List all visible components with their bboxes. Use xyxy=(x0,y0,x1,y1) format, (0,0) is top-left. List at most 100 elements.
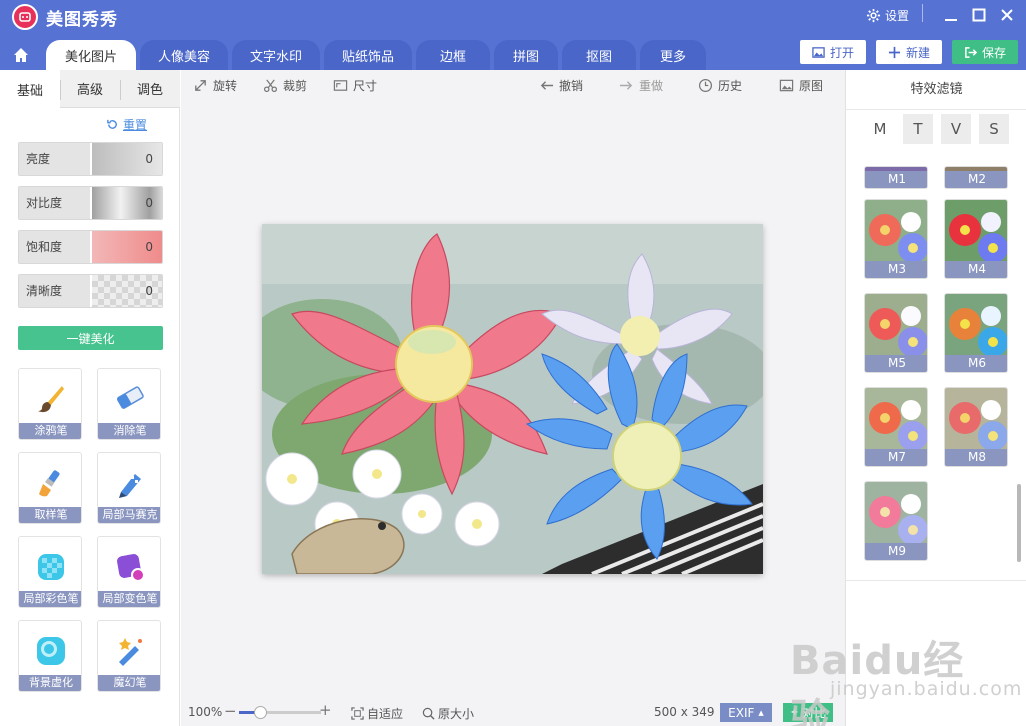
tool-background-blur[interactable]: 背景虚化 xyxy=(18,620,82,692)
crop-button[interactable]: 裁剪 xyxy=(263,76,307,94)
home-tab[interactable] xyxy=(4,40,38,70)
undo-label: 撤销 xyxy=(559,78,584,93)
new-label: 新建 xyxy=(905,45,930,60)
maximize-icon xyxy=(972,8,986,22)
filter-thumb-m6[interactable]: M6 xyxy=(944,293,1008,373)
tab-collage[interactable]: 拼图 xyxy=(494,40,558,70)
subtab-advanced[interactable]: 高级 xyxy=(60,70,120,108)
tool-label: 消除笔 xyxy=(98,423,160,439)
tab-beautify[interactable]: 美化图片 xyxy=(46,40,136,70)
save-button[interactable]: 保存 xyxy=(952,40,1018,64)
settings-label: 设置 xyxy=(885,9,910,23)
tool-label: 魔幻笔 xyxy=(98,675,160,691)
original-image-button[interactable]: 原图 xyxy=(779,76,823,94)
tool-eraser-pen[interactable]: 消除笔 xyxy=(97,368,161,440)
filter-label: M3 xyxy=(865,261,927,278)
filter-category-v[interactable]: V xyxy=(941,114,971,144)
filter-thumb-m4[interactable]: M4 xyxy=(944,199,1008,279)
zoom-slider-handle[interactable] xyxy=(254,706,267,719)
filter-thumb-m2[interactable]: M2 xyxy=(944,166,1008,189)
filter-label: M8 xyxy=(945,449,1007,466)
fit-label: 自适应 xyxy=(367,707,404,721)
image-icon xyxy=(812,46,825,58)
photo-canvas[interactable] xyxy=(262,224,763,574)
history-button[interactable]: 历史 xyxy=(698,76,742,94)
maximize-button[interactable] xyxy=(970,6,988,24)
canvas-workspace: 旋转 裁剪 尺寸 撤销 重做 历史 原图 100% − + 自适应 原大小 50… xyxy=(181,70,845,726)
tab-frames[interactable]: 边框 xyxy=(416,40,490,70)
reset-button[interactable]: 重置 xyxy=(106,116,147,133)
filter-label: M1 xyxy=(865,171,927,188)
history-label: 历史 xyxy=(718,78,743,93)
recolor-icon xyxy=(112,549,148,585)
tab-cutout[interactable]: 抠图 xyxy=(562,40,636,70)
filter-thumb-m7[interactable]: M7 xyxy=(864,387,928,467)
tab-more[interactable]: 更多 xyxy=(640,40,706,70)
tool-label: 涂鸦笔 xyxy=(19,423,81,439)
filter-thumb-m9[interactable]: M9 xyxy=(864,481,928,561)
filter-label: M6 xyxy=(945,355,1007,372)
zoom-slider[interactable] xyxy=(239,706,321,719)
redo-button[interactable]: 重做 xyxy=(619,76,663,94)
filter-thumb-m1[interactable]: M1 xyxy=(864,166,928,189)
tab-stickers[interactable]: 贴纸饰品 xyxy=(324,40,412,70)
brightness-slider[interactable]: 亮度 0 xyxy=(18,142,163,176)
adjust-panel: 基础 高级 调色 重置 亮度 0 对比度 0 饱和度 0 清晰度 0 一键美化 … xyxy=(0,70,180,726)
subtab-color[interactable]: 调色 xyxy=(120,70,180,108)
app-title: 美图秀秀 xyxy=(46,10,118,30)
saturation-slider[interactable]: 饱和度 0 xyxy=(18,230,163,264)
fit-button[interactable]: 自适应 xyxy=(351,705,403,722)
baidu-watermark: Baidu经验 jingyan.baidu.com xyxy=(790,628,1021,726)
gear-icon xyxy=(866,8,881,23)
brush-icon xyxy=(33,381,69,417)
filter-thumb-m8[interactable]: M8 xyxy=(944,387,1008,467)
zoom-in-button[interactable]: + xyxy=(319,701,332,719)
clarity-slider[interactable]: 清晰度 0 xyxy=(18,274,163,308)
tool-magic-pen[interactable]: 魔幻笔 xyxy=(97,620,161,692)
close-button[interactable] xyxy=(998,6,1016,24)
filter-category-m[interactable]: M xyxy=(865,114,895,144)
slider-label: 亮度 xyxy=(19,143,91,175)
filter-thumb-m5[interactable]: M5 xyxy=(864,293,928,373)
exif-label: EXIF xyxy=(728,705,755,720)
new-button[interactable]: 新建 xyxy=(876,40,942,64)
filter-list: M1 M2 M3 M4 M5 M6 M7 M8 M9 xyxy=(846,166,1026,580)
filter-category-t[interactable]: T xyxy=(903,114,933,144)
redo-label: 重做 xyxy=(639,78,664,93)
minimize-icon xyxy=(945,19,957,21)
filter-label: M2 xyxy=(945,171,1007,188)
slider-value: 0 xyxy=(145,196,153,210)
rotate-button[interactable]: 旋转 xyxy=(193,76,237,94)
open-button[interactable]: 打开 xyxy=(800,40,866,64)
slider-value: 0 xyxy=(145,240,153,254)
tab-text-watermark[interactable]: 文字水印 xyxy=(232,40,320,70)
tab-portrait[interactable]: 人像美容 xyxy=(140,40,228,70)
size-button[interactable]: 尺寸 xyxy=(333,76,377,94)
tool-local-mosaic[interactable]: 局部马赛克 xyxy=(97,452,161,524)
tool-sampler-pen[interactable]: 取样笔 xyxy=(18,452,82,524)
reset-label: 重置 xyxy=(123,118,148,132)
filter-category-s[interactable]: S xyxy=(979,114,1009,144)
zoom-out-button[interactable]: − xyxy=(224,702,237,720)
filter-list-scrollbar[interactable] xyxy=(1017,484,1021,562)
tool-local-color-pen[interactable]: 局部彩色笔 xyxy=(18,536,82,608)
subtab-basic[interactable]: 基础 xyxy=(0,70,60,108)
original-label: 原图 xyxy=(799,78,824,93)
auto-beautify-button[interactable]: 一键美化 xyxy=(18,326,163,350)
exif-button[interactable]: EXIF ▲ xyxy=(720,703,772,722)
undo-button[interactable]: 撤销 xyxy=(539,76,583,94)
slider-value: 0 xyxy=(145,152,153,166)
tool-local-recolor-pen[interactable]: 局部变色笔 xyxy=(97,536,161,608)
home-icon xyxy=(14,48,28,62)
status-bar: 100% − + 自适应 原大小 500 x 349 EXIF ▲ ✦ 对比 xyxy=(181,700,845,726)
tool-doodle-pen[interactable]: 涂鸦笔 xyxy=(18,368,82,440)
blur-icon xyxy=(33,633,69,669)
contrast-slider[interactable]: 对比度 0 xyxy=(18,186,163,220)
slider-label: 饱和度 xyxy=(19,231,91,263)
filter-panel-title: 特效滤镜 xyxy=(846,70,1026,110)
minimize-button[interactable] xyxy=(942,6,960,24)
slider-value: 0 xyxy=(145,284,153,298)
original-size-button[interactable]: 原大小 xyxy=(422,705,474,722)
filter-thumb-m3[interactable]: M3 xyxy=(864,199,928,279)
settings-button[interactable]: 设置 xyxy=(866,7,909,24)
